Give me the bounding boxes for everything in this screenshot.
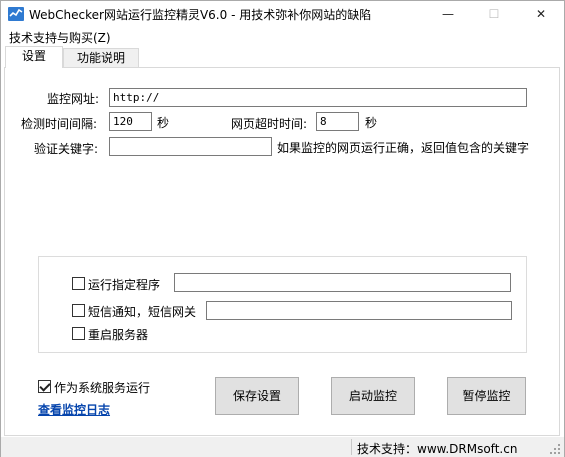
resize-grip-icon[interactable] [549,443,561,455]
status-bar: 技术支持：www.DRMsoft.cn [1,437,564,457]
run-as-service-label[interactable]: 作为系统服务运行 [54,379,150,396]
save-settings-button[interactable]: 保存设置 [215,377,299,415]
run-program-label[interactable]: 运行指定程序 [88,276,160,293]
status-support-text: 技术支持：www.DRMsoft.cn [357,442,518,456]
keyword-hint: 如果监控的网页运行正确，返回值包含的关键字 [277,141,530,155]
timeout-input[interactable]: 8 [316,112,359,131]
app-logo-icon [8,7,24,21]
start-monitor-button[interactable]: 启动监控 [331,377,415,415]
run-as-service-checkbox[interactable] [38,380,51,393]
restart-server-label[interactable]: 重启服务器 [88,326,148,343]
minimize-button[interactable]: — [425,1,471,27]
app-window: WebChecker网站运行监控精灵V6.0 - 用技术弥补你网站的缺陷 — ☐… [0,0,565,457]
tab-feature-description[interactable]: 功能说明 [63,48,139,68]
sms-label[interactable]: 短信通知，短信网关 [88,303,196,320]
pause-monitor-button[interactable]: 暂停监控 [447,377,526,415]
url-input[interactable]: http:// [109,88,527,107]
keyword-input[interactable] [109,137,272,156]
restart-server-checkbox[interactable] [72,327,85,340]
timeout-label: 网页超时时间: [231,117,308,131]
sms-gateway-input[interactable] [206,301,512,320]
view-log-link[interactable]: 查看监控日志 [38,401,110,418]
url-label: 监控网址: [47,92,100,106]
run-program-input[interactable] [174,273,511,292]
close-button[interactable]: ✕ [518,1,564,27]
menu-support-purchase[interactable]: 技术支持与购买(Z) [9,29,111,46]
title-bar[interactable]: WebChecker网站运行监控精灵V6.0 - 用技术弥补你网站的缺陷 — ☐… [1,1,564,27]
sms-checkbox[interactable] [72,304,85,317]
run-program-checkbox[interactable] [72,277,85,290]
timeout-unit: 秒 [365,116,378,130]
maximize-button[interactable]: ☐ [471,1,517,27]
window-title: WebChecker网站运行监控精灵V6.0 - 用技术弥补你网站的缺陷 [29,8,372,22]
menu-bar: 技术支持与购买(Z) [1,27,564,46]
interval-unit: 秒 [157,116,170,130]
interval-label: 检测时间间隔: [21,117,98,131]
tab-strip: 设置 功能说明 [1,46,564,68]
status-divider [351,439,352,455]
interval-input[interactable]: 120 [109,112,152,131]
keyword-label: 验证关键字: [34,142,99,156]
tab-settings[interactable]: 设置 [5,46,63,68]
